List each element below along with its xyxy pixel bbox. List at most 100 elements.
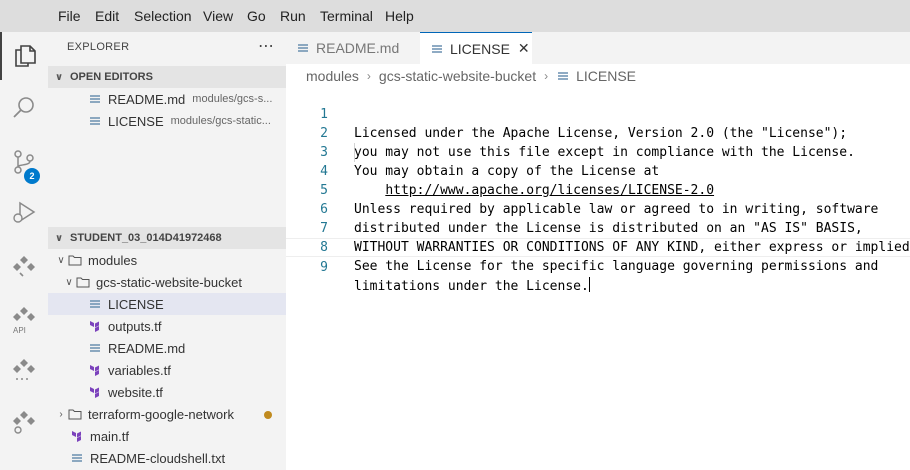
secret-manager-icon bbox=[13, 359, 35, 380]
tree-file-outputs-tf[interactable]: outputs.tf bbox=[48, 315, 286, 337]
tree-label: outputs.tf bbox=[108, 318, 162, 334]
folder-icon bbox=[68, 407, 82, 421]
code-line: 1 Licensed under the Apache License, Ver… bbox=[286, 86, 910, 141]
menu-terminal[interactable]: Terminal bbox=[320, 8, 373, 24]
more-actions-icon[interactable]: ⋯ bbox=[258, 36, 274, 56]
chevron-right-icon: › bbox=[59, 408, 63, 420]
open-editor-name: LICENSE bbox=[108, 113, 164, 129]
editor-tab-bar: README.md LICENSE ✕ bbox=[286, 32, 910, 64]
workspace-header[interactable]: ∨ STUDENT_03_014D41972468 bbox=[48, 227, 286, 249]
cloud-apis-button[interactable]: API bbox=[0, 294, 48, 342]
files-icon bbox=[15, 45, 36, 67]
line-content: limitations under the License. bbox=[354, 279, 589, 294]
text-file-icon bbox=[88, 341, 102, 355]
close-icon[interactable]: ✕ bbox=[518, 40, 530, 57]
tree-file-readme-cloudshell[interactable]: README-cloudshell.txt bbox=[48, 447, 286, 469]
source-control-button[interactable]: 2 bbox=[0, 138, 48, 186]
tree-label: LICENSE bbox=[108, 296, 164, 312]
breadcrumb-item[interactable]: gcs-static-website-bucket bbox=[379, 68, 536, 84]
activity-bar: 2 API bbox=[0, 32, 48, 470]
tree-folder-gcs-static-website-bucket[interactable]: ∨ gcs-static-website-bucket bbox=[48, 271, 286, 293]
menu-view[interactable]: View bbox=[203, 8, 233, 24]
terraform-icon bbox=[70, 429, 84, 443]
open-editor-path: modules/gcs-s... bbox=[192, 93, 273, 105]
cloud-run-button[interactable] bbox=[0, 398, 48, 446]
breadcrumb-separator: › bbox=[544, 69, 549, 83]
open-editors-title: OPEN EDITORS bbox=[70, 71, 153, 83]
breadcrumb-separator: › bbox=[366, 69, 371, 83]
menu-run[interactable]: Run bbox=[280, 8, 306, 24]
text-cursor bbox=[588, 277, 590, 292]
open-editor-item[interactable]: README.md modules/gcs-s... bbox=[48, 88, 286, 110]
menu-selection[interactable]: Selection bbox=[134, 8, 192, 24]
secret-manager-button[interactable] bbox=[0, 346, 48, 394]
menu-go[interactable]: Go bbox=[247, 8, 266, 24]
tree-label: README.md bbox=[108, 340, 186, 356]
chevron-down-icon: ∨ bbox=[57, 254, 65, 266]
open-editor-name: README.md bbox=[108, 91, 186, 107]
code-line: 4 http://www.apache.org/licenses/LICENSE… bbox=[286, 143, 910, 198]
tree-folder-modules[interactable]: ∨ modules bbox=[48, 249, 286, 271]
tree-label: main.tf bbox=[90, 428, 130, 444]
cloud-code-button[interactable] bbox=[0, 242, 48, 290]
code-line: 7 WITHOUT WARRANTIES OR CONDITIONS OF AN… bbox=[286, 200, 910, 255]
tree-label: terraform-google-network bbox=[88, 406, 234, 422]
run-debug-icon bbox=[13, 201, 36, 223]
source-control-badge: 2 bbox=[24, 168, 40, 184]
explorer-title: EXPLORER bbox=[67, 41, 130, 53]
folder-icon bbox=[68, 253, 82, 267]
text-file-icon bbox=[88, 92, 102, 106]
tab-license[interactable]: LICENSE ✕ bbox=[420, 32, 532, 64]
text-file-icon bbox=[70, 451, 84, 465]
breadcrumb-item[interactable]: modules bbox=[306, 68, 359, 84]
tree-label: variables.tf bbox=[108, 362, 171, 378]
explorer-sidebar: EXPLORER ⋯ ∨ OPEN EDITORS README.md modu… bbox=[48, 32, 286, 470]
menu-help[interactable]: Help bbox=[385, 8, 414, 24]
code-line: 8 See the License for the specific langu… bbox=[286, 219, 910, 274]
code-line: 6 distributed under the License is distr… bbox=[286, 181, 910, 236]
tree-label: website.tf bbox=[108, 384, 163, 400]
code-line: 2 you may not use this file except in co… bbox=[286, 105, 910, 160]
explorer-button[interactable] bbox=[0, 32, 48, 80]
workspace-title: STUDENT_03_014D41972468 bbox=[70, 232, 222, 244]
chevron-down-icon: ∨ bbox=[65, 276, 73, 288]
search-icon bbox=[13, 97, 34, 118]
text-file-icon bbox=[556, 69, 570, 83]
code-line: 5 Unless required by applicable law or a… bbox=[286, 162, 910, 217]
chevron-down-icon: ∨ bbox=[54, 232, 64, 244]
tree-label: modules bbox=[88, 252, 138, 268]
menu-file[interactable]: File bbox=[58, 8, 81, 24]
code-editor[interactable]: 1 Licensed under the Apache License, Ver… bbox=[286, 86, 910, 470]
modified-dot bbox=[264, 411, 272, 419]
text-file-icon bbox=[88, 297, 102, 311]
search-button[interactable] bbox=[0, 84, 48, 132]
cloud-code-icon bbox=[13, 256, 35, 277]
tree-file-license[interactable]: LICENSE bbox=[48, 293, 286, 315]
chevron-down-icon: ∨ bbox=[54, 71, 64, 83]
cloud-run-icon bbox=[13, 411, 35, 434]
menu-edit[interactable]: Edit bbox=[95, 8, 119, 24]
breadcrumb-item[interactable]: LICENSE bbox=[576, 68, 636, 84]
tree-file-website-tf[interactable]: website.tf bbox=[48, 381, 286, 403]
text-file-icon bbox=[296, 41, 310, 55]
tab-readme[interactable]: README.md bbox=[286, 32, 420, 64]
code-line: 3 You may obtain a copy of the License a… bbox=[286, 124, 910, 179]
tree-label: README-cloudshell.txt bbox=[90, 450, 226, 466]
tab-label: README.md bbox=[316, 40, 400, 56]
line-number: 9 bbox=[320, 260, 328, 275]
api-label: API bbox=[13, 326, 26, 335]
open-editor-item[interactable]: LICENSE modules/gcs-static... bbox=[48, 110, 286, 132]
open-editors-header[interactable]: ∨ OPEN EDITORS bbox=[48, 66, 286, 88]
run-debug-button[interactable] bbox=[0, 188, 48, 236]
tree-file-readme-md[interactable]: README.md bbox=[48, 337, 286, 359]
open-editor-path: modules/gcs-static... bbox=[170, 115, 271, 127]
tab-label: LICENSE bbox=[450, 40, 510, 57]
tree-file-variables-tf[interactable]: variables.tf bbox=[48, 359, 286, 381]
line-text: See the License for the specific languag… bbox=[354, 259, 879, 274]
code-line-current: 9 limitations under the License. bbox=[286, 238, 910, 294]
tree-label: gcs-static-website-bucket bbox=[96, 274, 242, 290]
tree-folder-terraform-google-network[interactable]: › terraform-google-network bbox=[48, 403, 286, 425]
text-file-icon bbox=[430, 42, 444, 56]
text-file-icon bbox=[88, 114, 102, 128]
tree-file-main-tf[interactable]: main.tf bbox=[48, 425, 286, 447]
